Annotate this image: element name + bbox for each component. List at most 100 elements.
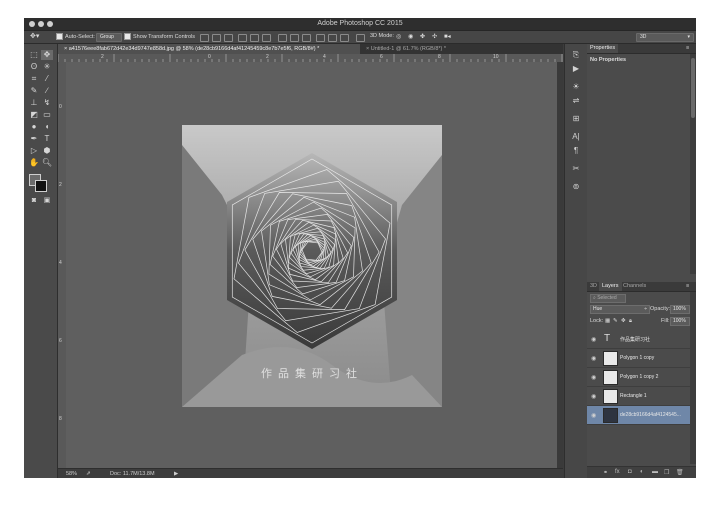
brush-tool-icon[interactable]: ∕ bbox=[41, 86, 53, 96]
document-canvas[interactable]: 作品集研习社 bbox=[182, 125, 442, 407]
visibility-eye-icon[interactable]: ◉ bbox=[591, 374, 596, 381]
3d-roll-icon[interactable]: ◉ bbox=[408, 33, 413, 40]
align-right-icon[interactable] bbox=[262, 34, 271, 42]
tab-layers[interactable]: Layers bbox=[599, 282, 622, 291]
chevron-down-icon: ▾ bbox=[687, 34, 690, 40]
blur-tool-icon[interactable]: ● bbox=[28, 122, 40, 132]
lock-pixels-icon[interactable]: ✎ bbox=[613, 318, 618, 324]
distribute-left-icon[interactable] bbox=[316, 34, 325, 42]
layer-row[interactable]: ◉ Polygon 1 copy 2 bbox=[587, 368, 690, 387]
layer-filter-dropdown[interactable]: ⌕ Selected bbox=[590, 294, 626, 303]
mask-icon[interactable]: ◘ bbox=[628, 469, 632, 475]
3d-scale-icon[interactable]: ■◂ bbox=[444, 33, 451, 40]
3d-slide-icon[interactable]: ✣ bbox=[432, 33, 437, 40]
align-vcenter-icon[interactable] bbox=[212, 34, 221, 42]
scrollbar-thumb[interactable] bbox=[691, 58, 695, 118]
align-top-icon[interactable] bbox=[200, 34, 209, 42]
screen-mode-icon[interactable]: ▣ bbox=[41, 196, 53, 206]
3d-pan-icon[interactable]: ✤ bbox=[420, 33, 425, 40]
auto-align-icon[interactable] bbox=[356, 34, 365, 42]
layer-row[interactable]: ◉ Polygon 1 copy bbox=[587, 349, 690, 368]
shape-tool-icon[interactable]: ⬢ bbox=[41, 146, 53, 156]
trash-icon[interactable]: 🗑︎ bbox=[676, 469, 684, 476]
3d-panel-icon[interactable]: ⊚ bbox=[570, 182, 582, 192]
adjustments-panel-icon[interactable]: ☀ bbox=[570, 82, 582, 92]
fx-icon[interactable]: fx bbox=[615, 469, 620, 475]
distribute-hcenter-icon[interactable] bbox=[328, 34, 337, 42]
layers-scrollbar[interactable] bbox=[690, 292, 696, 464]
distribute-top-icon[interactable] bbox=[278, 34, 287, 42]
tools-preset-icon[interactable]: ✂ bbox=[570, 164, 582, 174]
distribute-right-icon[interactable] bbox=[340, 34, 349, 42]
libraries-panel-icon[interactable]: ⊞ bbox=[570, 114, 582, 124]
background-color-swatch[interactable] bbox=[35, 180, 47, 192]
align-bottom-icon[interactable] bbox=[224, 34, 233, 42]
clone-stamp-icon[interactable]: ⊥ bbox=[28, 98, 40, 108]
adjustment-icon[interactable]: ◐ bbox=[640, 469, 644, 475]
properties-panel-icon[interactable]: ⇌ bbox=[570, 96, 582, 106]
blend-mode-dropdown[interactable]: Hue ÷ bbox=[590, 305, 650, 314]
align-hcenter-icon[interactable] bbox=[250, 34, 259, 42]
eraser-tool-icon[interactable]: ◩ bbox=[28, 110, 40, 120]
hand-tool-icon[interactable]: ✋ bbox=[28, 158, 40, 168]
layer-row[interactable]: ◉ Rectangle 1 bbox=[587, 387, 690, 406]
type-tool-icon[interactable]: T bbox=[41, 134, 53, 144]
tab-untitled-document[interactable]: × Untitled-1 @ 61.7% (RGB/8*) * bbox=[360, 44, 452, 54]
healing-brush-icon[interactable]: ✎ bbox=[28, 86, 40, 96]
paragraph-panel-icon[interactable]: ¶ bbox=[570, 146, 582, 156]
auto-select-dropdown[interactable]: Group bbox=[96, 33, 122, 42]
magic-wand-icon[interactable]: ✳ bbox=[41, 62, 53, 72]
properties-scrollbar[interactable] bbox=[690, 54, 696, 274]
tab-close-icon[interactable]: × bbox=[366, 46, 369, 52]
align-left-icon[interactable] bbox=[238, 34, 247, 42]
auto-select-checkbox[interactable]: Auto-Select: bbox=[56, 33, 95, 40]
gradient-tool-icon[interactable]: ▭ bbox=[41, 110, 53, 120]
history-panel-icon[interactable]: ⎘ bbox=[570, 50, 582, 60]
opacity-input[interactable]: 100% bbox=[670, 305, 690, 314]
lock-position-icon[interactable]: ✥ bbox=[621, 318, 626, 324]
panel-menu-icon[interactable]: ≡ bbox=[686, 45, 689, 51]
folder-icon[interactable]: ▬ bbox=[652, 469, 658, 475]
quick-mask-icon[interactable]: ◙ bbox=[28, 196, 40, 206]
tab-close-icon[interactable]: × bbox=[64, 46, 67, 52]
eyedropper-icon[interactable]: ⁄ bbox=[41, 74, 53, 84]
layer-row[interactable]: ◉ T 作品集研习社 bbox=[587, 330, 690, 349]
history-brush-icon[interactable]: ↯ bbox=[41, 98, 53, 108]
pen-tool-icon[interactable]: ✒ bbox=[28, 134, 40, 144]
fill-input[interactable]: 100% bbox=[670, 317, 690, 326]
canvas-area[interactable]: 作品集研习社 bbox=[66, 62, 557, 468]
status-menu-arrow[interactable]: ▶ bbox=[174, 471, 178, 477]
doc-size: Doc: 11.7M/13.8M bbox=[110, 471, 155, 477]
lock-all-icon[interactable]: 🔒︎ bbox=[629, 318, 632, 325]
distribute-vcenter-icon[interactable] bbox=[290, 34, 299, 42]
link-icon[interactable]: ⚭ bbox=[603, 469, 608, 476]
move-tool-icon[interactable]: ✥ bbox=[41, 50, 53, 60]
marquee-tool-icon[interactable]: ⬚ bbox=[28, 50, 40, 60]
canvas-vertical-scrollbar[interactable] bbox=[557, 62, 563, 468]
tab-properties[interactable]: Properties bbox=[587, 44, 619, 53]
dodge-tool-icon[interactable]: ◖ bbox=[41, 122, 53, 132]
export-icon[interactable]: ⇗ bbox=[86, 471, 91, 477]
lasso-tool-icon[interactable]: ʘ bbox=[28, 62, 40, 72]
character-panel-icon[interactable]: A| bbox=[570, 132, 582, 142]
tab-channels[interactable]: Channels bbox=[620, 282, 649, 291]
visibility-eye-icon[interactable]: ◉ bbox=[591, 336, 596, 343]
crop-tool-icon[interactable]: ⌗ bbox=[28, 74, 40, 84]
visibility-eye-icon[interactable]: ◉ bbox=[591, 355, 596, 362]
visibility-eye-icon[interactable]: ◉ bbox=[591, 412, 596, 419]
zoom-tool-icon[interactable]: 🔍︎ bbox=[41, 158, 53, 168]
3d-orbit-icon[interactable]: ◎ bbox=[396, 33, 401, 40]
new-layer-icon[interactable]: ❐ bbox=[664, 469, 669, 476]
workspace-dropdown[interactable]: 3D ▾ bbox=[636, 33, 694, 42]
move-tool-icon[interactable]: ✥▾ bbox=[30, 32, 39, 40]
lock-transparent-icon[interactable]: ▦ bbox=[605, 318, 610, 324]
visibility-eye-icon[interactable]: ◉ bbox=[591, 393, 596, 400]
tab-active-document[interactable]: × a41576eee8fab672d42e34d9747e858d.jpg @… bbox=[58, 44, 360, 54]
distribute-bottom-icon[interactable] bbox=[302, 34, 311, 42]
panel-menu-icon[interactable]: ≡ bbox=[686, 283, 689, 289]
zoom-level[interactable]: 58% bbox=[66, 471, 77, 477]
layer-row-selected[interactable]: ◉ de28cb9166d4af4124545... bbox=[587, 406, 690, 425]
show-transform-controls-checkbox[interactable]: Show Transform Controls bbox=[124, 33, 195, 40]
path-selection-icon[interactable]: ▷ bbox=[28, 146, 40, 156]
actions-panel-icon[interactable]: ▶ bbox=[570, 64, 582, 74]
